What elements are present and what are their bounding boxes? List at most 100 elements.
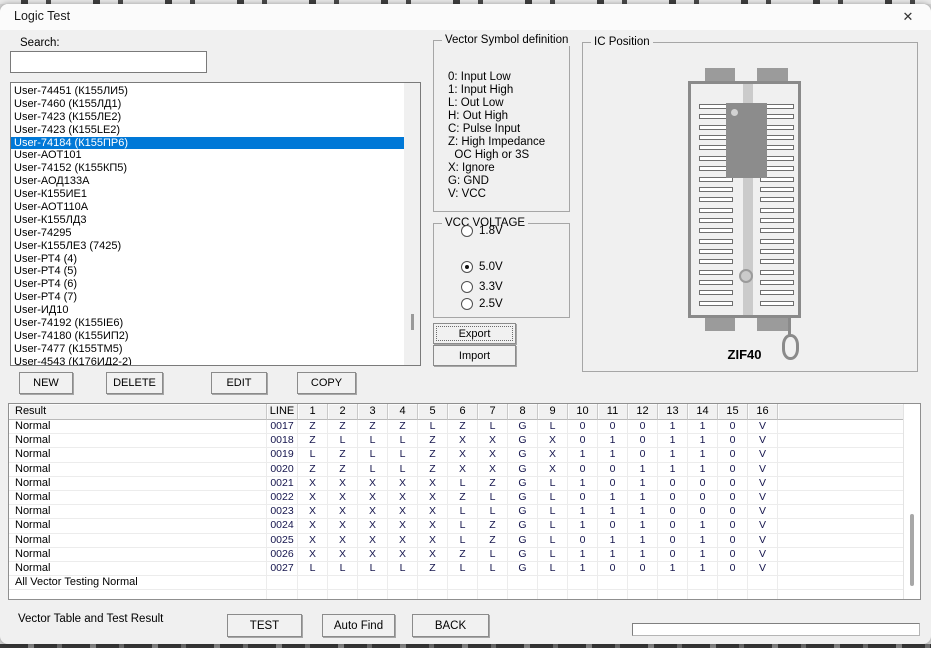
list-item[interactable]: User-РТ4 (5)	[11, 265, 404, 278]
table-row[interactable]: Normal0017ZZZZLZLGL000110V	[9, 420, 920, 434]
vcc-option-1.8V[interactable]: 1.8V	[461, 224, 503, 238]
pin-cell	[568, 576, 598, 590]
list-item[interactable]: User-АОТ101	[11, 149, 404, 162]
import-button[interactable]: Import	[433, 345, 516, 366]
list-item[interactable]: User-АОД133А	[11, 175, 404, 188]
column-header-5[interactable]: 5	[418, 404, 448, 420]
table-row[interactable]: Normal0023XXXXXLLGL111000V	[9, 505, 920, 519]
radio-icon[interactable]	[461, 261, 473, 273]
column-header-line[interactable]: LINE	[267, 404, 298, 420]
device-list-scrollbar[interactable]	[404, 83, 420, 365]
column-header-11[interactable]: 11	[598, 404, 628, 420]
column-header-1[interactable]: 1	[298, 404, 328, 420]
list-item[interactable]: User-74451 (К155ЛИ5)	[11, 85, 404, 98]
new-button[interactable]: NEW	[19, 372, 73, 394]
pin-cell	[388, 590, 418, 600]
table-row[interactable]: Normal0019LZLLZXXGX110110V	[9, 448, 920, 462]
pin-cell: X	[298, 505, 328, 519]
result-cell: Normal	[9, 477, 267, 491]
column-header-6[interactable]: 6	[448, 404, 478, 420]
table-scrollbar-thumb[interactable]	[910, 514, 914, 586]
table-scrollbar[interactable]	[903, 404, 920, 599]
list-item[interactable]: User-РТ4 (7)	[11, 291, 404, 304]
column-header-2[interactable]: 2	[328, 404, 358, 420]
pin-cell: L	[538, 505, 568, 519]
pin-cell: G	[508, 434, 538, 448]
list-item[interactable]: User-74152 (К155КП5)	[11, 162, 404, 175]
list-item[interactable]: User-74180 (К155ИП2)	[11, 330, 404, 343]
list-item[interactable]: User-7477 (К155ТМ5)	[11, 343, 404, 356]
pin-cell: L	[538, 420, 568, 434]
list-item[interactable]: User-7423 (К155ЛЕ2)	[11, 111, 404, 124]
table-row[interactable]: Normal0020ZZLLZXXGX001110V	[9, 463, 920, 477]
table-row[interactable]: Normal0021XXXXXLZGL101000V	[9, 477, 920, 491]
table-row[interactable]: All Vector Testing Normal	[9, 576, 920, 590]
list-item[interactable]: User-7460 (К155ЛД1)	[11, 98, 404, 111]
column-header-16[interactable]: 16	[748, 404, 778, 420]
table-row[interactable]: Normal0026XXXXXZLGL111010V	[9, 548, 920, 562]
socket-pin-left	[699, 239, 733, 244]
column-header-7[interactable]: 7	[478, 404, 508, 420]
column-header-14[interactable]: 14	[688, 404, 718, 420]
list-item[interactable]: User-АОТ110А	[11, 201, 404, 214]
pin-cell: 0	[568, 463, 598, 477]
edit-button[interactable]: EDIT	[211, 372, 267, 394]
socket-tab	[757, 317, 788, 331]
pin-cell	[358, 576, 388, 590]
pin-cell: 1	[658, 562, 688, 576]
table-row[interactable]: Normal0022XXXXXZLGL011000V	[9, 491, 920, 505]
result-cell: Normal	[9, 420, 267, 434]
radio-icon[interactable]	[461, 281, 473, 293]
column-header-8[interactable]: 8	[508, 404, 538, 420]
radio-icon[interactable]	[461, 225, 473, 237]
list-item[interactable]: User-4543 (К176ИД2-2)	[11, 356, 404, 366]
pin-cell: X	[418, 519, 448, 533]
copy-button[interactable]: COPY	[297, 372, 356, 394]
list-item[interactable]: User-74295	[11, 227, 404, 240]
list-item[interactable]: User-РТ4 (6)	[11, 278, 404, 291]
symbol-line: Z: High Impedance	[448, 136, 545, 149]
table-row[interactable]: Normal0027LLLLZLLGL100110V	[9, 562, 920, 576]
list-item[interactable]: User-ИД10	[11, 304, 404, 317]
table-row[interactable]	[9, 590, 920, 600]
column-header-13[interactable]: 13	[658, 404, 688, 420]
list-item[interactable]: User-74192 (К155IE6)	[11, 317, 404, 330]
table-row[interactable]: Normal0024XXXXXLZGL101010V	[9, 519, 920, 533]
list-item[interactable]: User-К155ЛЕ3 (7425)	[11, 240, 404, 253]
device-list-scrollbar-thumb[interactable]	[411, 314, 414, 330]
back-button[interactable]: BACK	[412, 614, 489, 637]
list-item[interactable]: User-К155ЛД3	[11, 214, 404, 227]
pin-cell	[718, 590, 748, 600]
vcc-option-5.0V[interactable]: 5.0V	[461, 260, 503, 274]
column-header-4[interactable]: 4	[388, 404, 418, 420]
pin-cell: X	[358, 491, 388, 505]
list-item[interactable]: User-РТ4 (4)	[11, 253, 404, 266]
column-header-9[interactable]: 9	[538, 404, 568, 420]
list-item[interactable]: User-74184 (К155ПР6)	[11, 137, 404, 150]
pin-cell	[358, 590, 388, 600]
pin-cell: L	[388, 448, 418, 462]
list-item[interactable]: User-7423 (К155LE2)	[11, 124, 404, 137]
search-input[interactable]	[10, 51, 207, 73]
table-row[interactable]: Normal0025XXXXXLZGL011010V	[9, 534, 920, 548]
radio-icon[interactable]	[461, 298, 473, 310]
auto-find-button[interactable]: Auto Find	[322, 614, 395, 637]
column-header-3[interactable]: 3	[358, 404, 388, 420]
close-button[interactable]: ✕	[889, 4, 927, 30]
export-button[interactable]: Export	[433, 323, 516, 344]
column-header-10[interactable]: 10	[568, 404, 598, 420]
column-header-result[interactable]: Result	[9, 404, 267, 420]
column-header-12[interactable]: 12	[628, 404, 658, 420]
column-header-15[interactable]: 15	[718, 404, 748, 420]
pin-cell: X	[418, 505, 448, 519]
list-item[interactable]: User-К155ИЕ1	[11, 188, 404, 201]
table-row[interactable]: Normal0018ZLLLZXXGX010110V	[9, 434, 920, 448]
pin-cell	[688, 590, 718, 600]
vcc-option-3.3V[interactable]: 3.3V	[461, 280, 503, 294]
pin-cell: 0	[658, 534, 688, 548]
line-cell: 0024	[267, 519, 298, 533]
pin-cell	[298, 590, 328, 600]
delete-button[interactable]: DELETE	[106, 372, 163, 394]
test-button[interactable]: TEST	[227, 614, 302, 637]
vcc-option-2.5V[interactable]: 2.5V	[461, 297, 503, 311]
